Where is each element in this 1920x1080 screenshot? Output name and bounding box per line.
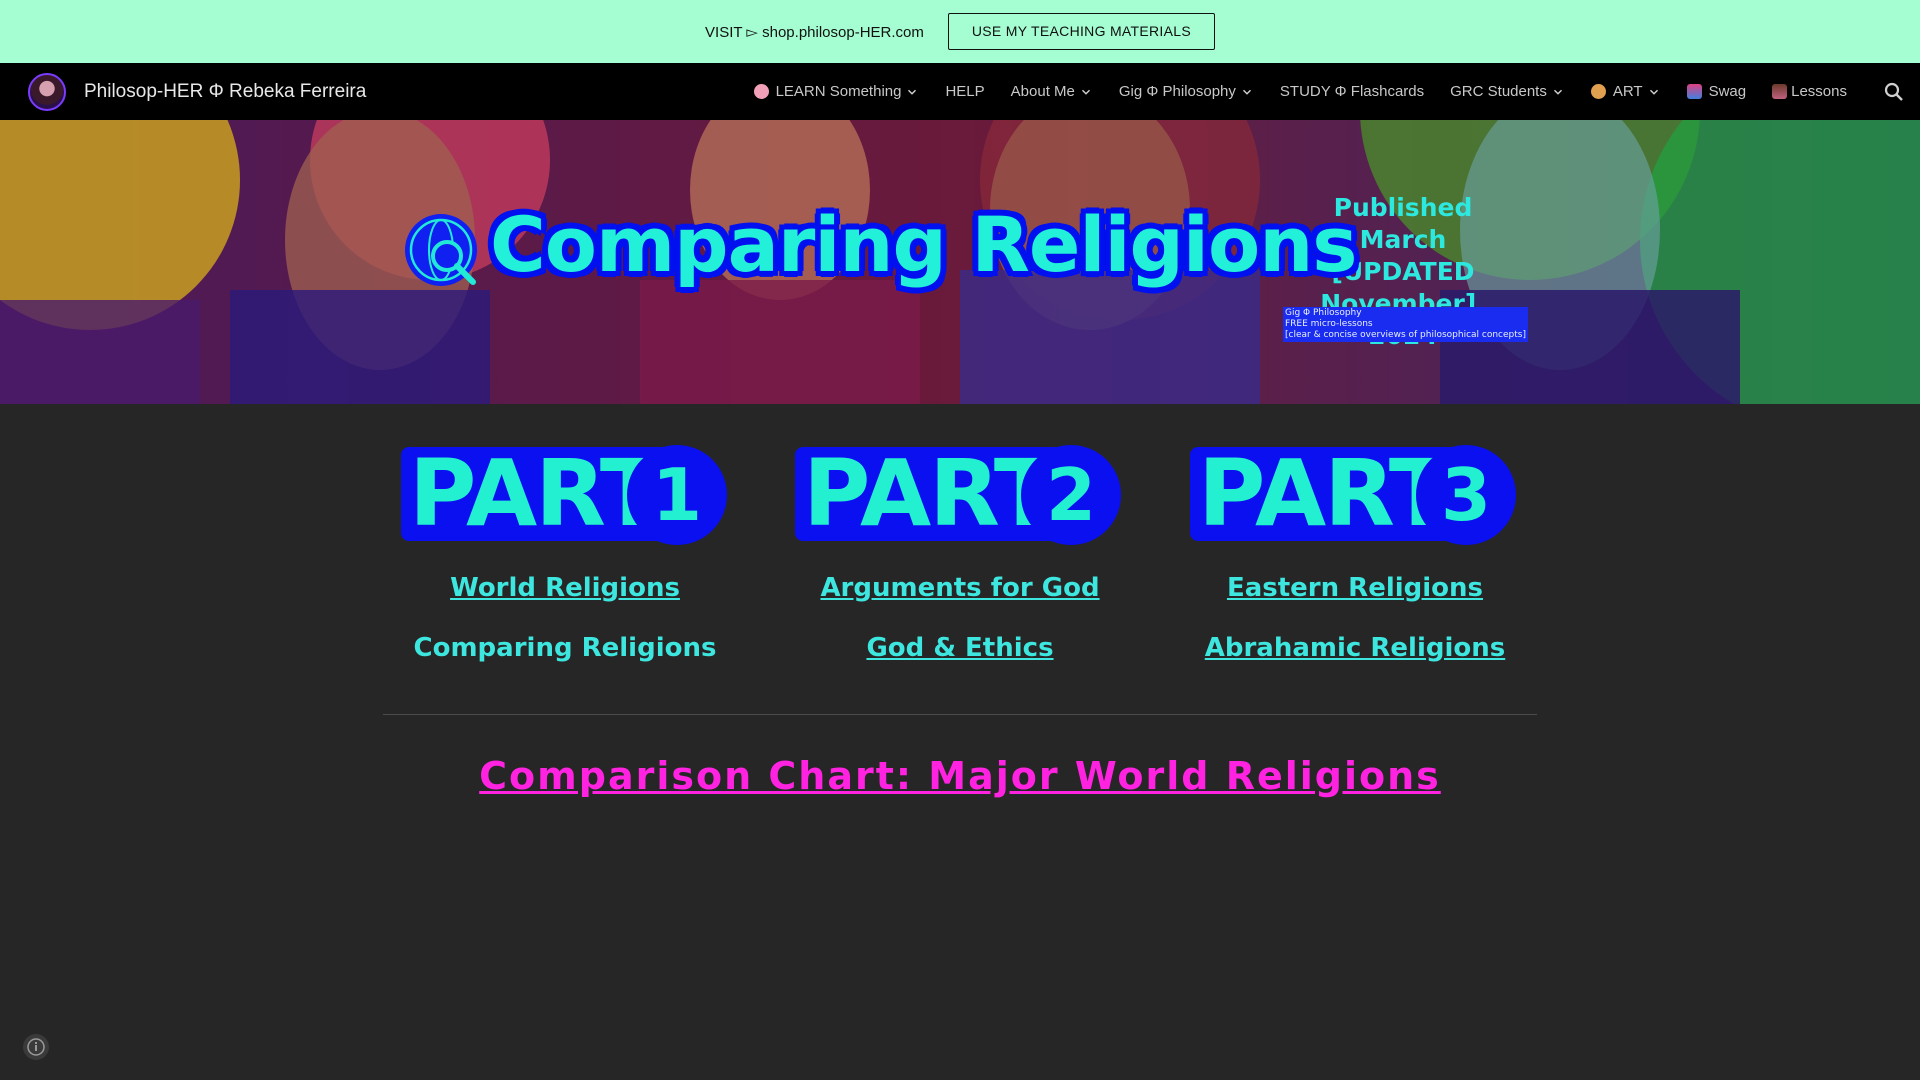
nav-item-gig-philosophy[interactable]: Gig Φ Philosophy [1106, 83, 1267, 100]
announcement-bar: VISIT ▻ shop.philosop-HER.com USE MY TEA… [0, 0, 1920, 63]
chevron-down-icon[interactable] [1551, 85, 1565, 99]
chevron-down-icon[interactable] [905, 85, 919, 99]
nav-item-learn[interactable]: LEARN Something [741, 83, 933, 100]
palette-icon [1590, 84, 1606, 99]
search-icon[interactable] [1882, 80, 1906, 104]
part-number: 2 [1021, 445, 1121, 545]
brain-icon [753, 84, 769, 99]
part-number: 1 [627, 445, 727, 545]
nav-item-grc-students[interactable]: GRC Students [1437, 83, 1578, 100]
chevron-down-icon[interactable] [1240, 85, 1254, 99]
nav-item-label: About Me [1010, 83, 1075, 100]
comparing-religions-label: Comparing Religions [413, 633, 717, 663]
nav-item-label: ART [1612, 83, 1643, 100]
nav-item-label: LEARN Something [775, 83, 902, 100]
site-title[interactable]: Philosop-HER Φ Rebeka Ferreira [84, 63, 366, 120]
banner-title: Comparing Religions [490, 200, 1358, 289]
note-line: FREE micro-lessons [1285, 319, 1373, 329]
nav-item-label: Gig Φ Philosophy [1118, 83, 1236, 100]
part-3-badge: PART 3 [1186, 443, 1522, 545]
nav-item-swag[interactable]: Swag [1674, 83, 1760, 100]
site-logo[interactable] [28, 73, 66, 111]
teaching-materials-button[interactable]: USE MY TEACHING MATERIALS [947, 13, 1215, 50]
nav-item-label: Lessons [1791, 83, 1847, 100]
nav-item-about[interactable]: About Me [998, 83, 1106, 100]
nav-item-flashcards[interactable]: STUDY Φ Flashcards [1267, 83, 1437, 100]
announcement-message: VISIT ▻ shop.philosop-HER.com [705, 23, 924, 41]
note-line: [clear & concise overviews of philosophi… [1285, 330, 1526, 340]
part-1-badge: PART 1 [397, 443, 733, 545]
info-icon[interactable] [22, 1033, 50, 1061]
banner-note: Gig Φ Philosophy FREE micro-lessons [cle… [1283, 307, 1528, 342]
nav-item-label: STUDY Φ Flashcards [1279, 83, 1425, 100]
nav-menu: LEARN Something HELP About Me Gig Φ Phil… [741, 63, 1860, 120]
top-navigation: Philosop-HER Φ Rebeka Ferreira LEARN Som… [0, 63, 1920, 120]
nav-item-label: Swag [1708, 83, 1747, 100]
part-2-badge: PART 2 [791, 443, 1127, 545]
nav-item-label: HELP [945, 83, 985, 100]
part-number: 3 [1416, 445, 1516, 545]
nav-item-art[interactable]: ART [1578, 83, 1674, 100]
nav-item-lessons[interactable]: Lessons [1759, 83, 1860, 100]
abrahamic-religions-link[interactable]: Abrahamic Religions [1155, 633, 1555, 663]
chevron-down-icon[interactable] [1079, 85, 1093, 99]
teacher-icon [1772, 84, 1788, 99]
chevron-down-icon[interactable] [1647, 85, 1661, 99]
eastern-religions-link[interactable]: Eastern Religions [1155, 573, 1555, 603]
section-divider [383, 714, 1537, 715]
magnifier-icon [405, 214, 477, 286]
nav-item-label: GRC Students [1450, 83, 1547, 100]
world-religions-link[interactable]: World Religions [365, 573, 765, 603]
nav-item-help[interactable]: HELP [932, 83, 997, 100]
arguments-for-god-link[interactable]: Arguments for God [760, 573, 1160, 603]
god-and-ethics-link[interactable]: God & Ethics [760, 633, 1160, 663]
shopping-bag-icon [1686, 84, 1702, 99]
comparison-chart-heading[interactable]: Comparison Chart: Major World Religions [0, 754, 1920, 798]
note-line: Gig Φ Philosophy [1285, 308, 1362, 318]
